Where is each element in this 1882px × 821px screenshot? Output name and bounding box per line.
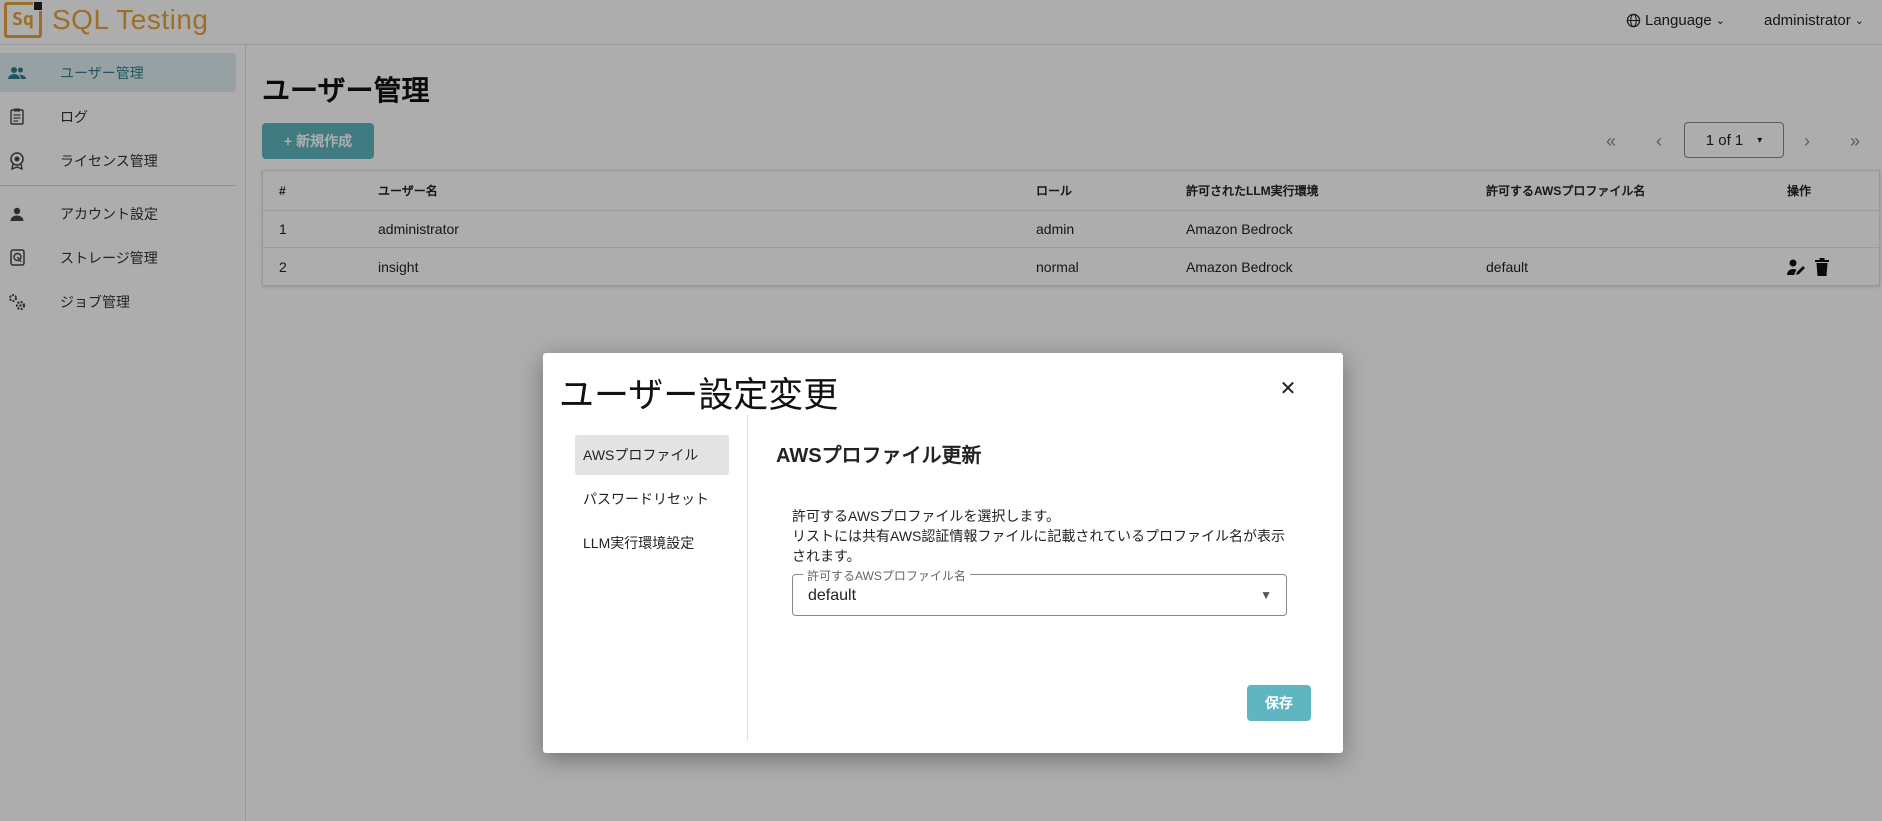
section-description: 許可するAWSプロファイルを選択します。 リストには共有AWS認証情報ファイルに… [792,506,1292,566]
dialog-tab-aws-profile[interactable]: AWSプロファイル [575,435,729,475]
dialog-divider [747,415,748,741]
dialog-title: ユーザー設定変更 [559,376,839,415]
close-icon[interactable]: ✕ [1276,377,1300,401]
dialog-tab-llm-settings[interactable]: LLM実行環境設定 [575,523,729,563]
dialog-tab-password-reset[interactable]: パスワードリセット [575,479,729,519]
description-line: 許可するAWSプロファイルを選択します。 [792,508,1060,524]
aws-profile-select-label: 許可するAWSプロファイル名 [803,567,970,584]
aws-profile-select[interactable]: 許可するAWSプロファイル名 default ▼ [792,567,1287,616]
user-settings-dialog: ユーザー設定変更 ✕ AWSプロファイル パスワードリセット LLM実行環境設定… [543,353,1343,753]
description-line: リストには共有AWS認証情報ファイルに記載されているプロファイル名が表示されます… [792,528,1285,564]
dialog-tab-label: AWSプロファイル [583,447,699,463]
dialog-tab-label: LLM実行環境設定 [583,535,695,551]
dialog-tab-label: パスワードリセット [583,491,709,507]
section-title: AWSプロファイル更新 [776,445,982,467]
save-button[interactable]: 保存 [1247,685,1311,721]
aws-profile-select-value: default [808,587,857,604]
caret-down-icon: ▼ [1260,588,1272,602]
